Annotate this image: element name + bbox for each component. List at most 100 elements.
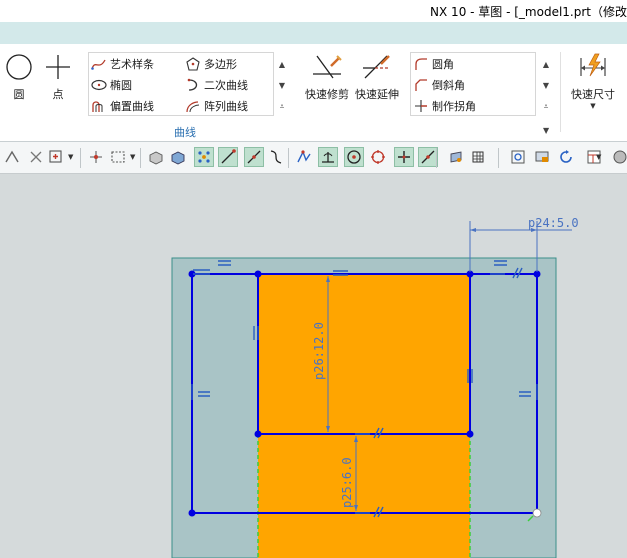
chamfer-icon xyxy=(413,77,429,93)
snap-button[interactable] xyxy=(26,147,46,167)
fillet-icon xyxy=(413,56,429,72)
perpendicular-button[interactable] xyxy=(318,147,338,167)
orange-fill-lower xyxy=(258,434,470,558)
view-icon xyxy=(450,151,462,163)
point-button[interactable]: 点 xyxy=(39,52,77,108)
circle-button[interactable]: 圆 xyxy=(0,52,38,108)
render-icon xyxy=(613,150,627,164)
point-on-icon xyxy=(398,151,410,163)
curve-icon xyxy=(247,150,261,164)
line-icon xyxy=(221,149,236,164)
select-filter-button[interactable] xyxy=(46,147,66,167)
dimension-label[interactable]: p24:5.0 xyxy=(528,216,579,230)
view-button[interactable] xyxy=(446,147,466,167)
quick-extend-button[interactable]: 快速延伸 xyxy=(352,52,402,108)
ellipse-icon xyxy=(91,77,107,93)
material-button[interactable] xyxy=(468,147,488,167)
rapid-dimension-button[interactable]: 快速尺寸 ▼ xyxy=(566,52,620,110)
select-box-button[interactable] xyxy=(108,147,128,167)
center-button[interactable] xyxy=(344,147,364,167)
offset-curve-icon xyxy=(91,98,107,114)
quadrant-button[interactable] xyxy=(368,147,388,167)
scroll-down-icon[interactable]: ▼ xyxy=(540,75,552,96)
spline-button[interactable] xyxy=(266,147,286,167)
studio-spline-item[interactable]: 艺术样条 xyxy=(91,54,154,74)
title-bar: NX 10 - 草图 - [_model1.prt（修改 xyxy=(0,0,627,22)
curve-button[interactable] xyxy=(244,147,264,167)
view-fit-button[interactable] xyxy=(508,147,528,167)
sketch-icon xyxy=(5,150,19,163)
toolbar-separator xyxy=(498,148,499,168)
sketch-button[interactable] xyxy=(2,147,22,167)
vertex-point[interactable] xyxy=(466,430,474,438)
point-icon xyxy=(46,55,70,79)
scroll-up-icon[interactable]: ▲ xyxy=(276,54,288,75)
point-filter-button[interactable] xyxy=(86,147,106,167)
rapid-dimension-dropdown-icon[interactable]: ▼ xyxy=(566,102,620,110)
fillet-item[interactable]: 圆角 xyxy=(413,54,454,74)
rapid-dimension-icon xyxy=(580,53,606,77)
solid-icon xyxy=(171,151,185,165)
pattern-curve-icon xyxy=(185,98,201,114)
pattern-curve-item[interactable]: 阵列曲线 xyxy=(185,96,248,116)
quick-trim-icon xyxy=(313,55,342,79)
intersect-button[interactable] xyxy=(294,147,314,167)
ellipse-item[interactable]: 椭圆 xyxy=(91,75,132,95)
gallery-more-icon[interactable]: ⩡ xyxy=(540,96,552,117)
tangent-icon xyxy=(421,150,435,164)
vertex-point[interactable] xyxy=(254,270,262,278)
toolbar-separator xyxy=(288,148,289,168)
conic-item[interactable]: 二次曲线 xyxy=(185,75,248,95)
curve-gallery: 艺术样条 椭圆 偏置曲线 多边形 二次曲线 阵列曲线 xyxy=(88,52,274,116)
display-icon xyxy=(535,151,549,162)
line-button[interactable] xyxy=(218,147,238,167)
refresh-icon xyxy=(560,150,572,163)
vertex-point[interactable] xyxy=(188,509,196,517)
chamfer-item[interactable]: 倒斜角 xyxy=(413,75,465,95)
select-filter-icon xyxy=(49,150,62,163)
display-button[interactable] xyxy=(532,147,552,167)
circle-icon xyxy=(6,54,32,80)
ribbon-group-dropdown-icon[interactable]: ▼ xyxy=(543,126,549,135)
edit-curve-gallery: 圆角 倒斜角 制作拐角 xyxy=(410,52,536,116)
toolbar-dropdown-icon[interactable]: ▼ xyxy=(68,153,73,161)
perpendicular-icon xyxy=(322,152,334,163)
point-label: 点 xyxy=(52,88,64,101)
solid-button[interactable] xyxy=(168,147,188,167)
quick-extend-label: 快速延伸 xyxy=(355,88,399,101)
sketch-canvas[interactable]: p24:5.0 p26:12.0 p25:6.0 xyxy=(0,175,627,558)
toolbar-dropdown-icon[interactable]: ▼ xyxy=(596,153,601,161)
curve-gallery-scroll[interactable]: ▲ ▼ ⩡ xyxy=(276,54,288,117)
polygon-item[interactable]: 多边形 xyxy=(185,54,237,74)
ribbon: 圆 点 艺术样条 椭圆 偏置曲线 多边形 二次曲线 阵列曲线 ▲ ▼ ⩡ 快速修… xyxy=(0,44,627,142)
quadrant-icon xyxy=(371,150,385,164)
scroll-down-icon[interactable]: ▼ xyxy=(276,75,288,96)
dimension-label[interactable]: p25:6.0 xyxy=(340,457,354,508)
graphics-window[interactable]: p24:5.0 p26:12.0 p25:6.0 xyxy=(0,175,627,558)
selection-toolbar: ▼ ▼ ▼ xyxy=(0,142,627,174)
rapid-dimension-label: 快速尺寸 xyxy=(571,88,615,101)
ribbon-tab-strip xyxy=(0,22,627,44)
refresh-button[interactable] xyxy=(556,147,576,167)
spline-icon xyxy=(91,56,107,72)
make-corner-item[interactable]: 制作拐角 xyxy=(413,96,476,116)
select-box-icon xyxy=(111,151,125,163)
shaded-button[interactable] xyxy=(146,147,166,167)
make-corner-icon xyxy=(413,98,429,114)
ribbon-separator xyxy=(560,52,561,132)
offset-curve-item[interactable]: 偏置曲线 xyxy=(91,96,154,116)
point-on-button[interactable] xyxy=(394,147,414,167)
render-button[interactable] xyxy=(610,147,627,167)
snap-grid-button[interactable] xyxy=(194,147,214,167)
orange-fill-upper xyxy=(258,274,470,434)
intersect-icon xyxy=(297,150,311,163)
vertex-point[interactable] xyxy=(254,430,262,438)
quick-trim-button[interactable]: 快速修剪 xyxy=(302,52,352,108)
tangent-button[interactable] xyxy=(418,147,438,167)
gallery-more-icon[interactable]: ⩡ xyxy=(276,96,288,117)
dimension-label[interactable]: p26:12.0 xyxy=(312,322,326,380)
toolbar-dropdown-icon[interactable]: ▼ xyxy=(130,153,135,161)
edit-gallery-scroll[interactable]: ▲ ▼ ⩡ xyxy=(540,54,552,117)
material-icon xyxy=(472,151,484,163)
scroll-up-icon[interactable]: ▲ xyxy=(540,54,552,75)
